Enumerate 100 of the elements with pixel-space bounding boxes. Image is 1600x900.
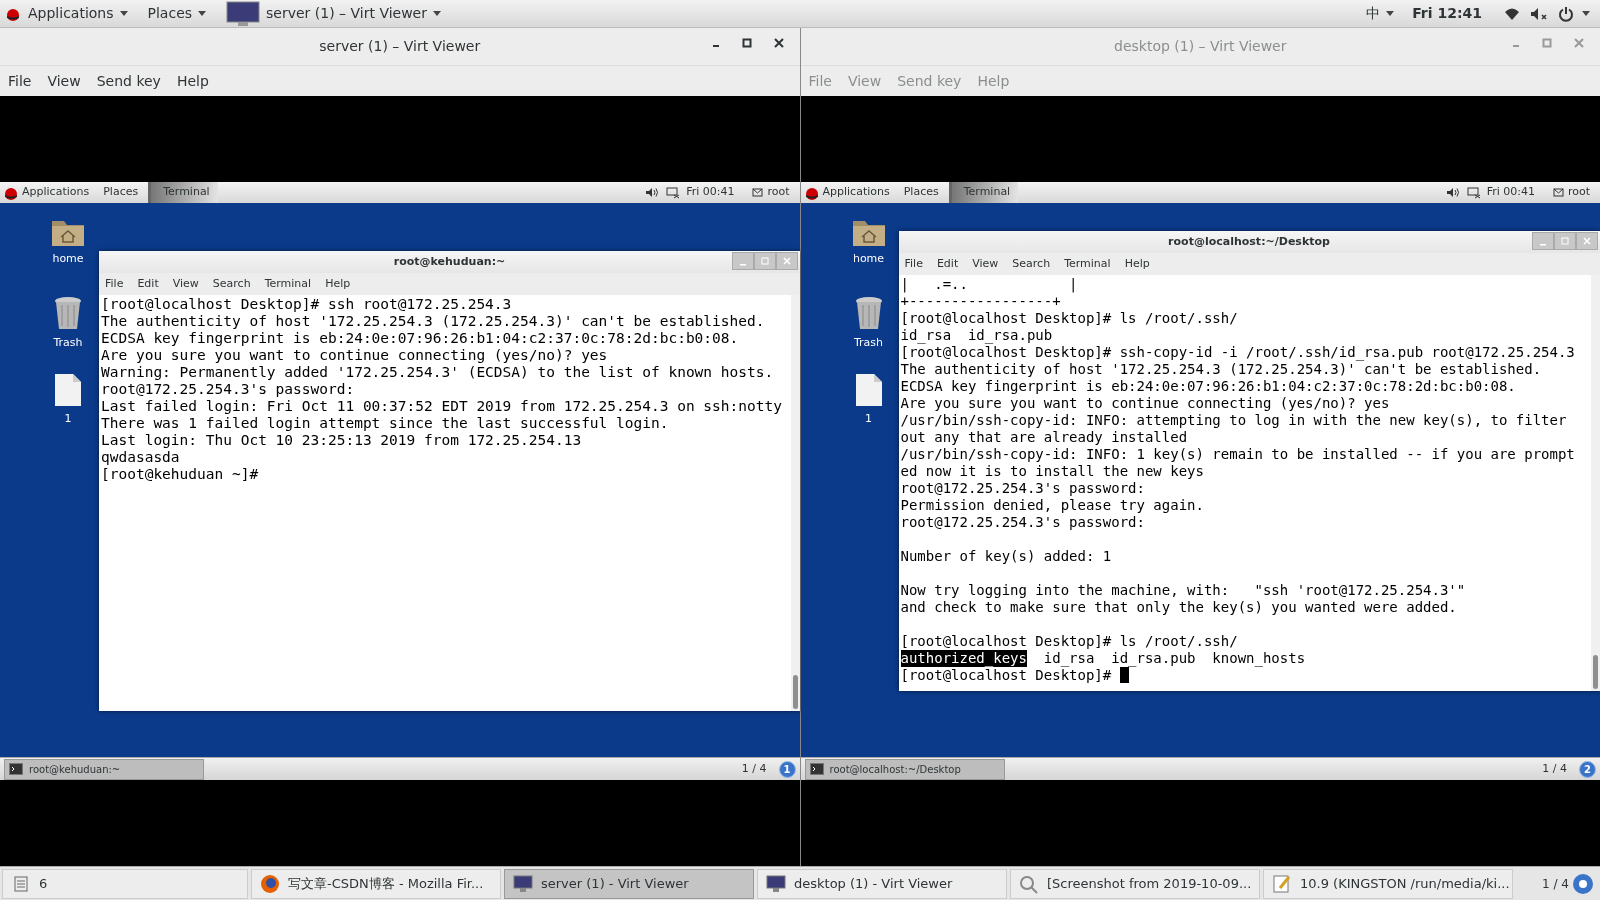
terminal-line: Warning: Permanently added '172.25.254.3' (ECDSA) to the list of known hosts. bbox=[101, 364, 774, 381]
terminal-line: qwdasasda bbox=[101, 449, 180, 466]
task-button[interactable]: Terminal bbox=[148, 182, 218, 203]
menu-item[interactable]: Send key bbox=[96, 70, 161, 92]
menu-item[interactable]: View bbox=[172, 275, 199, 293]
trash-icon bbox=[853, 295, 884, 331]
terminal-line: id_rsa id_rsa.pub bbox=[900, 327, 1053, 344]
workspace-pager[interactable]: 1 / 4 bbox=[1542, 874, 1569, 893]
close-icon bbox=[776, 252, 798, 270]
applications-menu[interactable]: Applications bbox=[22, 184, 90, 201]
clock[interactable]: Fri 00:41 bbox=[686, 184, 735, 201]
scrollbar-thumb[interactable] bbox=[1592, 655, 1598, 689]
menu-item[interactable]: Search bbox=[1012, 255, 1051, 273]
icon-label: 1 bbox=[64, 411, 72, 427]
terminal-line: | .=.. | bbox=[900, 276, 1078, 293]
terminal-line: Number of key(s) added: 1 bbox=[900, 548, 1112, 565]
menu-item[interactable]: Terminal bbox=[264, 275, 312, 293]
menu-item[interactable]: File bbox=[904, 255, 923, 273]
terminal-line: out any that are already installed bbox=[900, 429, 1188, 446]
workspace-pager[interactable]: 1 / 4 bbox=[1542, 760, 1567, 778]
hat-icon bbox=[6, 6, 20, 21]
close-icon bbox=[773, 38, 784, 48]
terminal-line: Are you sure you want to continue connecting (yes/no)? yes bbox=[900, 395, 1390, 412]
terminal-line: root@172.25.254.3's password: bbox=[101, 381, 355, 398]
menu-item[interactable]: Terminal bbox=[1064, 255, 1111, 273]
menu-item[interactable]: Help bbox=[325, 275, 351, 293]
caret-icon bbox=[1582, 11, 1590, 16]
terminal-line: /usr/bin/ssh-copy-id: INFO: 1 key(s) remain to be installed -- if you are prompt bbox=[900, 446, 1575, 463]
taskbar-button[interactable]: server (1) - Virt Viewer bbox=[504, 868, 754, 899]
terminal-line: ECDSA key fingerprint is eb:24:0e:07:96:26:b1:04:c2:37:0c:78:2d:bc:b0:08. bbox=[101, 330, 739, 347]
monitor-icon bbox=[766, 873, 786, 894]
file-icon bbox=[854, 373, 883, 407]
menu-item[interactable]: File bbox=[8, 70, 32, 92]
user-menu[interactable]: root bbox=[767, 184, 790, 201]
taskbar-button[interactable]: desktop (1) - Virt Viewer bbox=[757, 868, 1007, 899]
menu-item[interactable]: Edit bbox=[936, 255, 959, 273]
taskbar-button[interactable]: [Screenshot from 2019-10-09... bbox=[1010, 868, 1260, 899]
terminal-line: The authenticity of host '172.25.254.3 (172.25.254.3)' can't be established. bbox=[900, 361, 1542, 378]
file-icon bbox=[54, 373, 82, 407]
terminal-line: [root@localhost Desktop]# ssh root@172.25.254.3 bbox=[101, 296, 512, 313]
close-icon bbox=[1574, 38, 1584, 48]
terminal-line: [root@localhost Desktop]# ssh-copy-id -i /root/.ssh/id_rsa.pub root@172.25.254.3 bbox=[900, 344, 1575, 361]
window-title: server (1) – Virt Viewer bbox=[319, 37, 481, 56]
scrollbar[interactable] bbox=[1590, 275, 1600, 691]
menu-item[interactable]: Edit bbox=[137, 275, 159, 293]
maximize-icon bbox=[741, 38, 752, 48]
workspace-indicator[interactable]: 1 bbox=[778, 760, 796, 778]
menu-item[interactable]: Help bbox=[176, 70, 209, 92]
network-icon bbox=[666, 186, 681, 199]
applications-menu[interactable]: Applications bbox=[28, 3, 128, 24]
menu-item[interactable]: Help bbox=[1124, 255, 1150, 273]
taskbar-button[interactable]: 写文章-CSDN博客 - Mozilla Fir... bbox=[251, 868, 501, 899]
menu-item[interactable]: File bbox=[105, 275, 124, 293]
globe-icon bbox=[260, 873, 280, 894]
terminal-line: [root@kehuduan ~]# bbox=[101, 466, 259, 483]
workspace-pager[interactable]: 1 / 4 bbox=[741, 760, 767, 778]
taskbar-button[interactable]: root@localhost:~/Desktop bbox=[804, 758, 1005, 780]
hat-icon bbox=[4, 185, 18, 200]
terminal-line: Last login: Thu Oct 10 23:25:13 2019 from 172.25.254.13 bbox=[101, 432, 582, 449]
applications-menu[interactable]: Applications bbox=[822, 184, 890, 201]
maximize-icon bbox=[1542, 38, 1552, 48]
menu-item[interactable]: View bbox=[47, 70, 81, 92]
maximize-icon bbox=[754, 252, 776, 270]
terminal-line: root@172.25.254.3's password: bbox=[900, 480, 1145, 497]
terminal-icon bbox=[9, 763, 23, 775]
show-desktop-button[interactable]: 6 bbox=[2, 868, 248, 899]
terminal-icon bbox=[809, 763, 824, 775]
terminal-line: There was 1 failed login attempt since the last successful login. bbox=[101, 415, 669, 432]
trash-icon bbox=[53, 295, 83, 331]
terminal-line: [root@localhost Desktop]# bbox=[900, 667, 1113, 684]
caret-icon bbox=[119, 11, 128, 16]
workspace-indicator[interactable]: 2 bbox=[1579, 760, 1596, 778]
window-menu[interactable]: server (1) – Virt Viewer bbox=[226, 0, 441, 27]
scrollbar-thumb[interactable] bbox=[793, 675, 798, 709]
user-menu[interactable]: root bbox=[1567, 184, 1590, 201]
terminal-line: id_rsa id_rsa.pub known_hosts bbox=[1042, 650, 1306, 667]
taskbar-button[interactable]: 10.9 (KINGSTON /run/media/ki... bbox=[1263, 868, 1513, 899]
terminal-line: +-----------------+ bbox=[900, 293, 1061, 310]
input-method-menu[interactable]: 中 bbox=[1366, 3, 1395, 24]
clock[interactable]: Fri 00:41 bbox=[1486, 184, 1535, 201]
places-menu[interactable]: Places bbox=[103, 184, 139, 201]
clock[interactable]: Fri 12:41 bbox=[1412, 3, 1482, 24]
task-button[interactable]: Terminal bbox=[948, 182, 1019, 203]
minimize-icon bbox=[1531, 232, 1554, 250]
terminal-line: ed now it is to install the new keys bbox=[900, 463, 1204, 480]
places-menu[interactable]: Places bbox=[147, 3, 207, 24]
scrollbar[interactable] bbox=[791, 295, 800, 711]
places-menu[interactable]: Places bbox=[903, 184, 939, 201]
menu-item[interactable]: Search bbox=[212, 275, 251, 293]
terminal-line: Last failed login: Fri Oct 11 00:37:52 EDT 2019 from 172.25.254.3 on ssh:notty bbox=[101, 398, 782, 415]
caret-icon bbox=[1386, 11, 1395, 16]
window-title: desktop (1) – Virt Viewer bbox=[1114, 37, 1287, 56]
icon-label: home bbox=[852, 251, 885, 267]
menu-item[interactable]: View bbox=[972, 255, 999, 273]
terminal-line: [root@localhost Desktop]# ls /root/.ssh/ bbox=[900, 633, 1238, 650]
taskbar-button[interactable]: root@kehuduan:~ bbox=[4, 758, 204, 780]
speaker-icon bbox=[1530, 6, 1548, 21]
icon-label: home bbox=[52, 251, 84, 267]
speaker-icon bbox=[1446, 187, 1459, 198]
speaker-icon bbox=[646, 187, 659, 198]
